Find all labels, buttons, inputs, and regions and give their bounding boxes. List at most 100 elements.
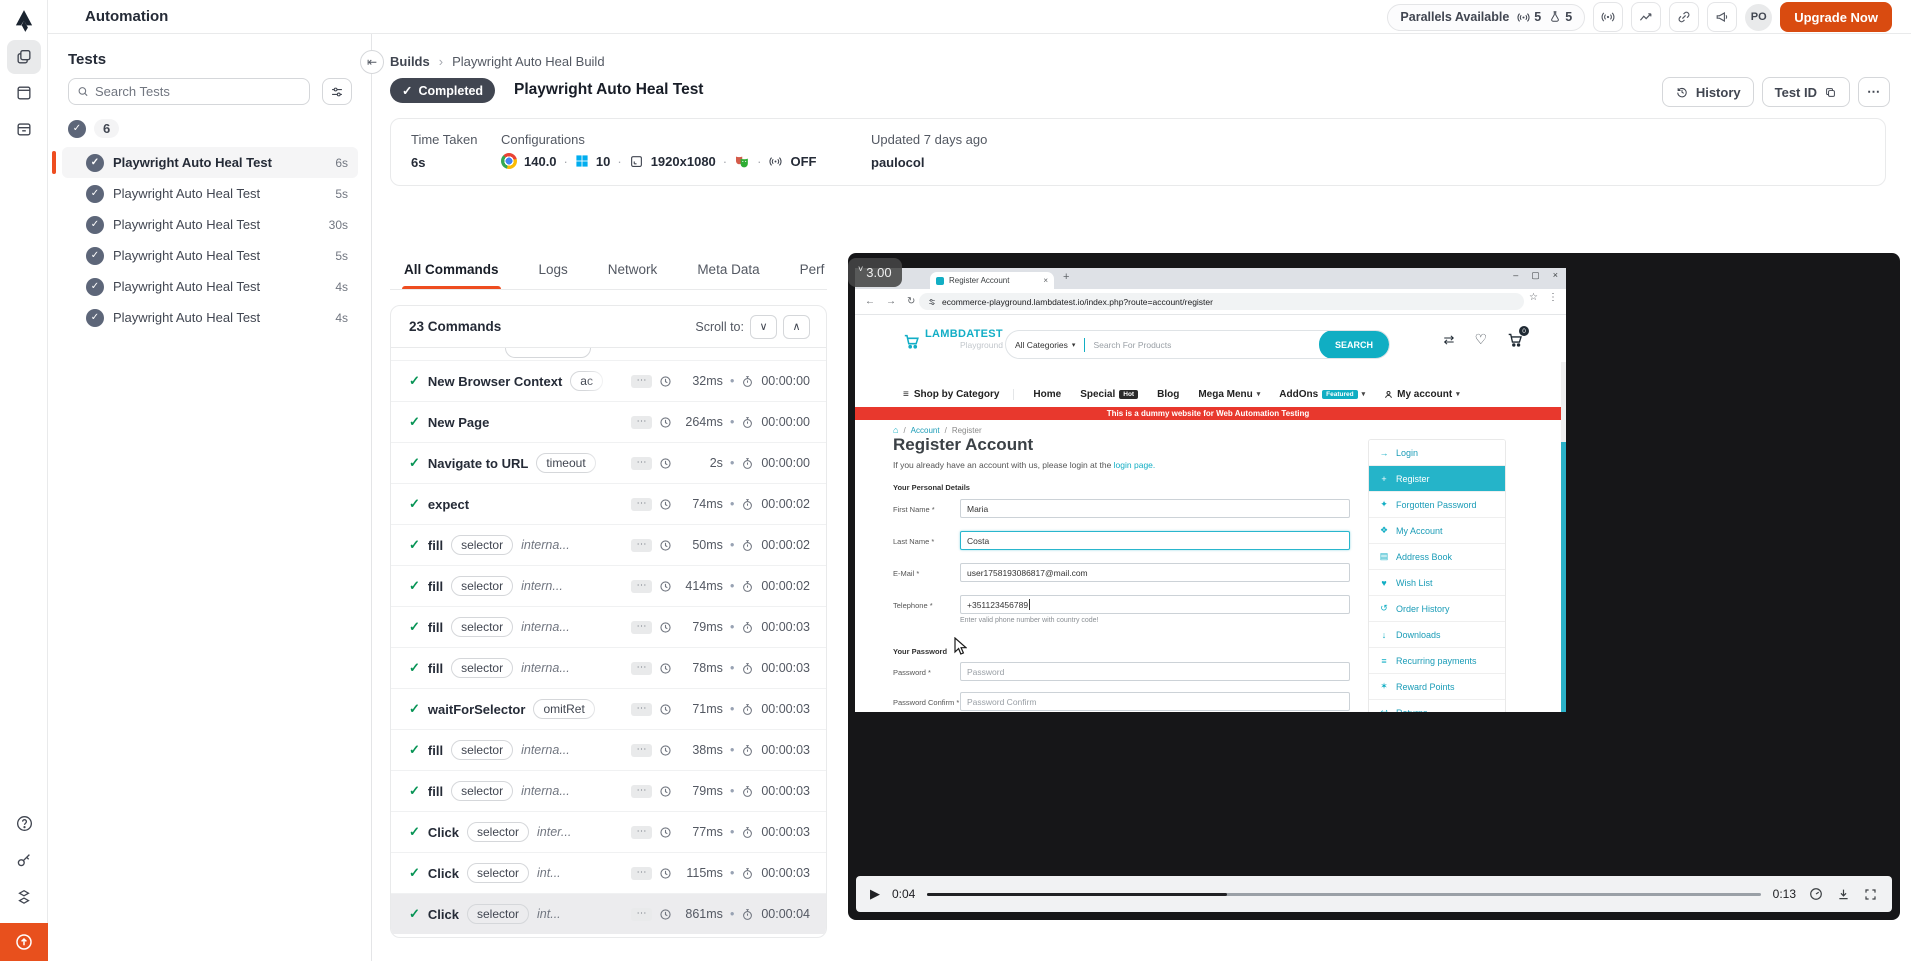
reload-icon: ↻ (907, 296, 915, 307)
command-row[interactable]: ✓ fill selector intern... ⋯ 414ms • 00:0… (391, 565, 826, 606)
upgrade-rocket-button[interactable] (0, 923, 48, 961)
command-row[interactable]: ✓ Click selector int... ⋯ 861ms • 00:00:… (391, 893, 826, 934)
breadcrumb-builds[interactable]: Builds (390, 54, 430, 69)
command-more-icon[interactable]: ⋯ (631, 703, 652, 716)
test-list-item[interactable]: ✓ Playwright Auto Heal Test 5s (62, 240, 358, 271)
command-more-icon[interactable]: ⋯ (631, 908, 652, 921)
play-button[interactable]: ▶ (870, 886, 880, 902)
form-field-row: Password Confirm * Password Confirm (893, 692, 1363, 712)
tab[interactable]: Logs (537, 254, 570, 289)
command-row[interactable]: ✓ expect ⋯ 74ms • 00:00:02 (391, 483, 826, 524)
command-timestamp: 00:00:03 (761, 661, 810, 675)
tests-title: Tests (68, 51, 106, 68)
lambdatest-logo-icon[interactable] (11, 8, 37, 34)
command-row[interactable]: ✓ Navigate to URL timeout ⋯ 2s • 00:00:0… (391, 442, 826, 483)
command-row[interactable]: ✓ fill selector interna... ⋯ 38ms • 00:0… (391, 729, 826, 770)
announcements-button[interactable] (1707, 2, 1737, 32)
command-row[interactable]: ✓ New Page ⋯ 264ms • 00:00:00 (391, 401, 826, 442)
help-icon[interactable] (7, 806, 41, 840)
integrations-icon[interactable] (7, 880, 41, 914)
test-list-item[interactable]: ✓ Playwright Auto Heal Test 5s (62, 178, 358, 209)
fullscreen-button[interactable] (1863, 887, 1878, 902)
command-more-icon[interactable]: ⋯ (631, 498, 652, 511)
test-status-icon: ✓ (86, 278, 104, 296)
command-more-icon[interactable]: ⋯ (631, 662, 652, 675)
bookmark-star-icon: ☆ (1529, 292, 1538, 303)
test-list-item[interactable]: ✓ Playwright Auto Heal Test 4s (62, 271, 358, 302)
integrations-link-button[interactable] (1669, 2, 1699, 32)
wishlist-heart-icon: ♡ (1474, 331, 1487, 348)
command-more-icon[interactable]: ⋯ (631, 826, 652, 839)
test-list-item[interactable]: ✓ Playwright Auto Heal Test 6s (62, 147, 358, 178)
command-more-icon[interactable]: ⋯ (631, 539, 652, 552)
test-name: Playwright Auto Heal Test (113, 155, 326, 170)
command-name: New Browser Context (428, 374, 562, 389)
menu-item-icon: + (1379, 474, 1389, 484)
command-row[interactable]: ✓ fill selector interna... ⋯ 79ms • 00:0… (391, 606, 826, 647)
collapse-left-icon: ⇤ (367, 55, 377, 69)
command-more-icon[interactable]: ⋯ (631, 744, 652, 757)
test-list-item[interactable]: ✓ Playwright Auto Heal Test 4s (62, 302, 358, 333)
caret-down-icon: ▾ (1072, 341, 1076, 349)
command-row[interactable]: ✓ Click selector int... ⋯ 115ms • 00:00:… (391, 852, 826, 893)
tab[interactable]: Perf (798, 254, 827, 289)
history-button[interactable]: History (1662, 77, 1754, 107)
video-controls[interactable]: ▶ 0:04 0:13 (856, 876, 1892, 912)
command-more-icon[interactable]: ⋯ (631, 867, 652, 880)
search-button: SEARCH (1319, 330, 1389, 359)
forward-icon: → (886, 296, 896, 307)
command-more-icon[interactable]: ⋯ (631, 621, 652, 634)
insights-button[interactable] (1631, 2, 1661, 32)
command-more-icon[interactable]: ⋯ (631, 580, 652, 593)
command-more-icon[interactable]: ⋯ (631, 457, 652, 470)
playback-rate-button[interactable] (1808, 886, 1824, 902)
more-actions-button[interactable]: ⋯ (1858, 77, 1890, 107)
video-player[interactable]: ˅ 3.00 Register Account × + – ▢ × ← → ↻ (848, 253, 1900, 920)
command-row[interactable]: ✓ Click selector inter... ⋯ 77ms • 00:00… (391, 811, 826, 852)
scroll-up-button[interactable]: ∧ (783, 315, 810, 339)
tab[interactable]: Network (606, 254, 660, 289)
command-row[interactable]: ✓ waitForSelector omitRet ⋯ 71ms • 00:00… (391, 688, 826, 729)
upgrade-now-button[interactable]: Upgrade Now (1780, 2, 1892, 32)
browser-menu-icon: ⋮ (1548, 292, 1558, 303)
command-row[interactable]: ✓ fill selector interna... ⋯ 50ms • 00:0… (391, 524, 826, 565)
collapse-panel-button[interactable]: ⇤ (360, 50, 384, 74)
command-more-icon[interactable]: ⋯ (631, 416, 652, 429)
scroll-down-button[interactable]: ∨ (750, 315, 777, 339)
command-param: interna... (521, 743, 570, 757)
command-tag: selector (451, 535, 513, 555)
download-button[interactable] (1836, 887, 1851, 902)
command-more-icon[interactable]: ⋯ (631, 785, 652, 798)
test-id-button[interactable]: Test ID (1762, 77, 1850, 107)
tests-search[interactable] (68, 78, 310, 105)
parallels-label: Parallels Available (1400, 10, 1509, 24)
realtime-icon (1516, 10, 1531, 25)
command-param: intern... (521, 579, 563, 593)
realtime-testing-button[interactable] (1593, 2, 1623, 32)
command-row[interactable]: ✓ fill selector interna... ⋯ 78ms • 00:0… (391, 647, 826, 688)
key-icon[interactable] (7, 843, 41, 877)
updated-user: paulocol (871, 155, 987, 170)
user-avatar[interactable]: PO (1745, 4, 1772, 31)
sidebar-item-archive[interactable] (7, 112, 41, 146)
test-duration: 6s (335, 156, 348, 170)
command-more-icon[interactable]: ⋯ (631, 375, 652, 388)
menu-item-label: Downloads (1396, 630, 1441, 640)
command-param: interna... (521, 661, 570, 675)
tab[interactable]: Meta Data (695, 254, 761, 289)
sidebar-item-sessions[interactable] (7, 76, 41, 110)
test-list-item[interactable]: ✓ Playwright Auto Heal Test 30s (62, 209, 358, 240)
configurations-label: Configurations (501, 132, 816, 147)
playback-speed-badge[interactable]: ˅ 3.00 (848, 258, 902, 287)
filter-button[interactable] (322, 78, 352, 105)
command-row[interactable]: ✓ fill selector interna... ⋯ 79ms • 00:0… (391, 770, 826, 811)
playwright-icon (734, 153, 750, 169)
parallels-available-pill[interactable]: Parallels Available 5 5 (1387, 4, 1585, 31)
menu-item-label: Login (1396, 448, 1418, 458)
sidebar-item-builds[interactable] (7, 40, 41, 74)
test-group-row[interactable]: ✓ 6 (68, 119, 119, 138)
search-input[interactable] (95, 84, 301, 99)
command-row[interactable]: ✓ New Browser Context ac ⋯ 32ms • 00:00:… (391, 360, 826, 401)
tab[interactable]: All Commands (402, 254, 501, 289)
seek-bar[interactable] (927, 893, 1760, 896)
